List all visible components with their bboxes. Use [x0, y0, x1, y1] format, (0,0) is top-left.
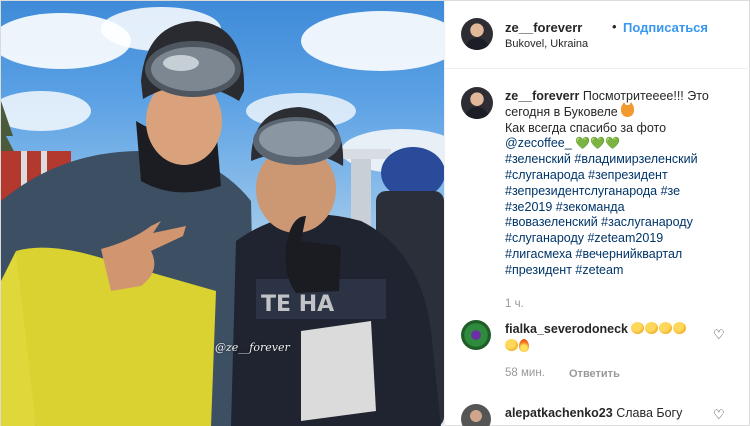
- hashtag-line[interactable]: #лигасмеха #вечернийквартал: [505, 247, 743, 263]
- author-username[interactable]: ze__foreverr: [505, 20, 582, 35]
- commenter-username[interactable]: fialka_severodoneck: [505, 322, 628, 336]
- post-location[interactable]: Bukovel, Ukraina: [505, 38, 588, 50]
- caption-text: ze__foreverr Посмотритееее!!! Это сегодн…: [505, 89, 743, 279]
- commenter-avatar[interactable]: [461, 320, 491, 350]
- heart-outline-icon[interactable]: ♡: [713, 407, 725, 423]
- clap-emoji-icon: [673, 322, 687, 334]
- clap-emoji-icon: [505, 339, 518, 351]
- commenter-avatar[interactable]: [461, 404, 491, 426]
- commenter-username[interactable]: alepatkachenko23: [505, 406, 613, 420]
- caption-mention[interactable]: @zecoffee_: [505, 136, 572, 150]
- comment-text: alepatkachenko23 Слава Богу: [505, 405, 715, 422]
- clap-emoji-icon: [659, 322, 673, 334]
- separator-dot: •: [612, 19, 617, 34]
- hashtag-line[interactable]: #зепрезидентслуганарода #зе: [505, 184, 743, 200]
- reply-button[interactable]: Ответить: [569, 368, 620, 380]
- svg-text:TE HA: TE HA: [261, 292, 334, 317]
- caption-timestamp: 1 ч.: [505, 298, 524, 310]
- fire-emoji-icon: [519, 339, 529, 352]
- comment-body: Слава Богу: [616, 406, 683, 420]
- follow-button[interactable]: Подписаться: [623, 20, 708, 35]
- comment-timestamp: 58 мин.: [505, 367, 545, 379]
- hashtag-line[interactable]: #слуганароду #zeteam2019: [505, 231, 743, 247]
- fox-emoji-icon: [621, 101, 635, 117]
- instagram-post: TE HA @ze__forever ze__foreverr • Подпис…: [0, 0, 750, 426]
- photo-illustration: TE HA: [1, 7, 444, 426]
- comment-text: fialka_severodoneck: [505, 321, 715, 355]
- caption-avatar[interactable]: [461, 87, 493, 119]
- caption-line-2: Как всегда спасибо за фото: [505, 120, 667, 135]
- hashtag-line[interactable]: #зеленский #владимирзеленский: [505, 152, 743, 168]
- green-hearts-icon: 💚💚💚: [575, 136, 620, 151]
- hashtag-line[interactable]: #зе2019 #зекоманда: [505, 200, 743, 216]
- clap-emoji-icon: [645, 322, 659, 334]
- hashtag-line[interactable]: #президент #zeteam: [505, 263, 743, 279]
- caption-username[interactable]: ze__foreverr: [505, 89, 579, 103]
- photo-watermark: @ze__forever: [215, 341, 290, 354]
- hashtag-line[interactable]: #слуганарода #зепрезидент: [505, 168, 743, 184]
- hashtag-line[interactable]: #вовазеленский #заслуганароду: [505, 215, 743, 231]
- post-sidebar: ze__foreverr • Подписаться Bukovel, Ukra…: [444, 1, 750, 426]
- post-header: ze__foreverr • Подписаться Bukovel, Ukra…: [445, 1, 750, 69]
- clap-emoji-icon: [631, 322, 645, 334]
- post-photo[interactable]: TE HA @ze__forever: [1, 1, 444, 426]
- author-avatar[interactable]: [461, 18, 493, 50]
- heart-outline-icon[interactable]: ♡: [713, 327, 725, 343]
